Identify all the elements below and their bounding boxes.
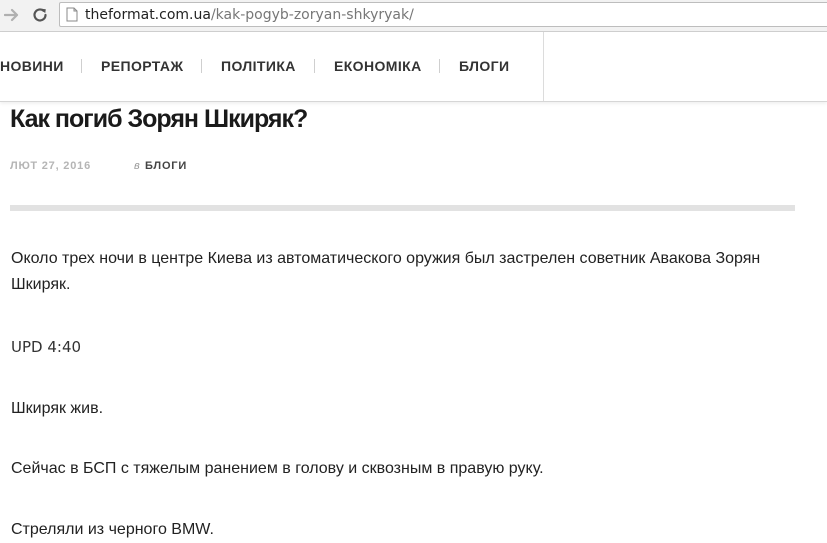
browser-toolbar: theformat.com.ua/kak-pogyb-zoryan-shkyry… (0, 0, 827, 32)
article-title: Как погиб Зорян Шкиряк? (10, 105, 308, 133)
nav-item-politics[interactable]: ПОЛІТИКА (221, 58, 296, 74)
reload-icon (33, 8, 47, 22)
nav-item-economics[interactable]: ЕКОНОМІКА (334, 58, 422, 74)
nav-item-reportage[interactable]: РЕПОРТАЖ (101, 58, 183, 74)
title-divider (10, 205, 795, 211)
nav-item-blogs[interactable]: БЛОГИ (459, 58, 509, 74)
url-path: /kak-pogyb-zoryan-shkyryak/ (210, 7, 414, 23)
url-domain: theformat.com.ua (85, 7, 211, 23)
article-paragraph: Сейчас в БСП с тяжелым ранением в голову… (11, 460, 544, 477)
article-category-link[interactable]: БЛОГИ (145, 160, 187, 173)
article-category-prefix: в (134, 160, 140, 172)
article-paragraph: Стреляли из черного BMW. (11, 521, 214, 538)
article-paragraph: UPD 4:40 (11, 338, 82, 356)
arrow-right-icon (4, 8, 19, 22)
nav-item-news[interactable]: НОВИНИ (0, 58, 64, 74)
page-icon (66, 7, 78, 22)
article-paragraph: Около трех ночи в центре Киева из автома… (11, 250, 761, 293)
nav-divider (201, 59, 202, 73)
nav-right-divider (543, 32, 544, 101)
article-paragraph: Шкиряк жив. (11, 400, 104, 417)
article-date: ЛЮТ 27, 2016 (10, 160, 91, 172)
nav-divider (81, 59, 82, 73)
url-text: theformat.com.ua/kak-pogyb-zoryan-shkyry… (85, 7, 414, 24)
forward-button[interactable] (2, 5, 22, 25)
address-bar[interactable]: theformat.com.ua/kak-pogyb-zoryan-shkyry… (59, 2, 827, 27)
site-navigation: НОВИНИ РЕПОРТАЖ ПОЛІТИКА ЕКОНОМІКА БЛОГИ (0, 32, 827, 102)
reload-button[interactable] (30, 5, 50, 25)
nav-divider (314, 59, 315, 73)
nav-divider (439, 59, 440, 73)
